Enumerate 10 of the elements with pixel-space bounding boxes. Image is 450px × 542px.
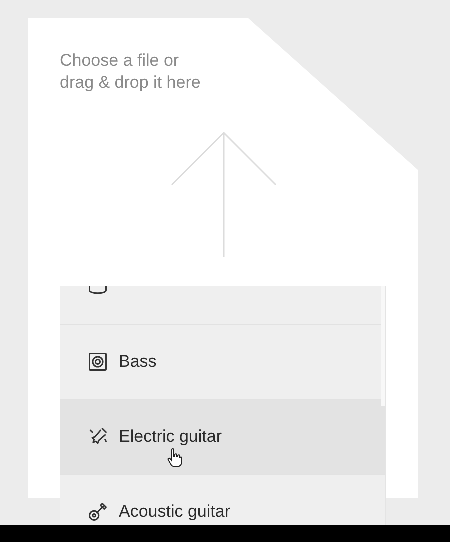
guitar-icon: [87, 501, 109, 523]
speaker-icon: [87, 351, 109, 373]
dropdown-item[interactable]: Electric guitar: [60, 400, 385, 475]
item-label: Acoustic guitar: [119, 501, 230, 524]
item-label: Electric guitar: [119, 426, 222, 448]
upload-prompt: drag & drop it here: [60, 72, 202, 94]
item-label: Bass: [119, 351, 157, 374]
upload-prompt: Choose a file or: [60, 50, 180, 72]
upload-arrow-icon: [171, 132, 277, 258]
hand-cursor-icon: [167, 448, 183, 468]
